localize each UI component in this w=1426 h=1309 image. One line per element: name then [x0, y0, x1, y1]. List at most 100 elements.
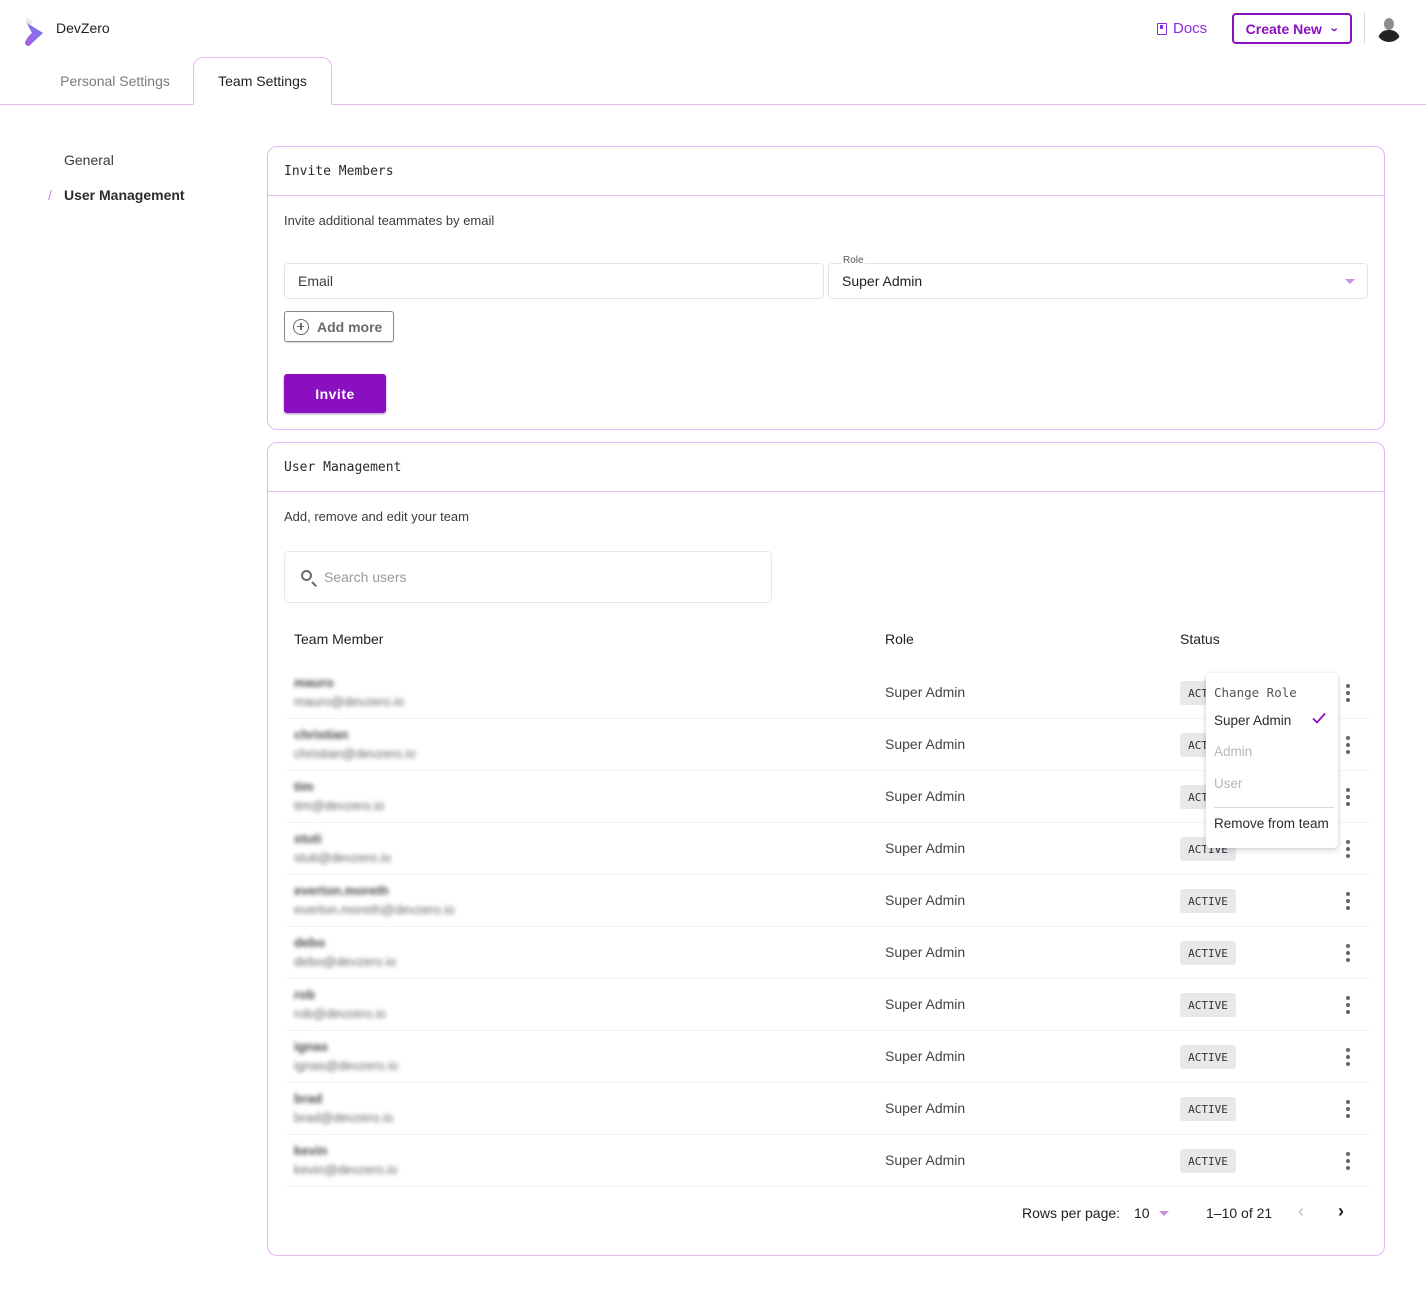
- sidebar-item-user-management[interactable]: User Management: [64, 187, 185, 203]
- team-member-cell: ignas ignas@devzero.io: [294, 1039, 398, 1073]
- change-role-menu: Change Role Super Admin Admin User Remov…: [1206, 673, 1338, 848]
- invite-button[interactable]: Invite: [284, 374, 386, 413]
- member-name: kevin: [294, 1143, 328, 1158]
- status-badge: ACTIVE: [1180, 941, 1236, 965]
- member-name: everton.moreth: [294, 883, 389, 898]
- previous-page-button[interactable]: ‹: [1298, 1201, 1304, 1222]
- next-page-button[interactable]: ›: [1338, 1201, 1344, 1222]
- column-header-role: Role: [885, 631, 914, 647]
- divider: [1364, 12, 1365, 44]
- menu-item-admin: Admin: [1214, 744, 1253, 759]
- user-avatar[interactable]: [1376, 16, 1402, 42]
- team-member-cell: debo debo@devzero.io: [294, 935, 396, 969]
- more-options-icon[interactable]: [1342, 1099, 1354, 1119]
- table-row: kevin kevin@devzero.io Super Admin ACTIVE: [284, 1135, 1370, 1187]
- table-row: brad brad@devzero.io Super Admin ACTIVE: [284, 1083, 1370, 1135]
- member-email: debo@devzero.io: [294, 954, 397, 969]
- member-role: Super Admin: [885, 1100, 966, 1116]
- member-role: Super Admin: [885, 840, 966, 856]
- active-indicator: /: [48, 187, 52, 203]
- menu-title: Change Role: [1214, 685, 1297, 700]
- email-placeholder: Email: [298, 273, 334, 289]
- search-box: [284, 551, 772, 603]
- member-name: rob: [294, 987, 315, 1002]
- member-email: tim@devzero.io: [294, 798, 385, 813]
- more-options-icon[interactable]: [1342, 943, 1354, 963]
- search-input[interactable]: [324, 569, 744, 585]
- add-more-label: Add more: [317, 318, 383, 335]
- docs-link[interactable]: Docs: [1157, 20, 1207, 37]
- email-field[interactable]: Email: [284, 263, 824, 299]
- devzero-logo-icon[interactable]: [22, 16, 46, 48]
- more-options-icon[interactable]: [1342, 1047, 1354, 1067]
- add-more-button[interactable]: Add more: [284, 311, 394, 342]
- member-name: brad: [294, 1091, 323, 1106]
- chevron-right-icon: ›: [1338, 1201, 1344, 1221]
- member-email: kevin@devzero.io: [294, 1162, 398, 1177]
- status-badge: ACTIVE: [1180, 889, 1236, 913]
- member-email: brad@devzero.io: [294, 1110, 394, 1125]
- role-select[interactable]: Super Admin: [828, 263, 1368, 299]
- chevron-down-icon: ⌄: [1328, 23, 1340, 34]
- caret-down-icon: [1345, 279, 1355, 284]
- tab-personal-settings[interactable]: Personal Settings: [40, 57, 190, 105]
- member-name: mauro: [294, 675, 334, 690]
- check-icon: [1312, 712, 1326, 724]
- team-member-cell: stuti stuti@devzero.io: [294, 831, 391, 865]
- menu-item-super-admin[interactable]: Super Admin: [1214, 713, 1291, 728]
- member-role: Super Admin: [885, 788, 966, 804]
- settings-tabs: Personal Settings Team Settings: [0, 57, 1426, 105]
- member-email: ignas@devzero.io: [294, 1058, 399, 1073]
- create-new-label: Create New: [1245, 20, 1322, 37]
- invite-members-card: Invite Members Invite additional teammat…: [267, 146, 1385, 430]
- more-options-icon[interactable]: [1342, 1151, 1354, 1171]
- member-name: christian: [294, 727, 349, 742]
- more-options-icon[interactable]: [1342, 839, 1354, 859]
- member-role: Super Admin: [885, 1152, 966, 1168]
- member-email: rob@devzero.io: [294, 1006, 386, 1021]
- user-management-card: User Management Add, remove and edit you…: [267, 442, 1385, 1256]
- role-label: Role: [842, 255, 865, 266]
- member-name: tim: [294, 779, 314, 794]
- status-badge: ACTIVE: [1180, 1045, 1236, 1069]
- more-options-icon[interactable]: [1342, 735, 1354, 755]
- brand-name: DevZero: [56, 20, 110, 36]
- tab-team-settings[interactable]: Team Settings: [193, 57, 332, 105]
- team-member-cell: everton.moreth everton.moreth@devzero.io: [294, 883, 455, 917]
- create-new-button[interactable]: Create New ⌄: [1232, 13, 1352, 44]
- more-options-icon[interactable]: [1342, 995, 1354, 1015]
- member-name: ignas: [294, 1039, 328, 1054]
- member-email: mauro@devzero.io: [294, 694, 405, 709]
- table-row: ignas ignas@devzero.io Super Admin ACTIVE: [284, 1031, 1370, 1083]
- status-badge: ACTIVE: [1180, 993, 1236, 1017]
- book-icon: [1157, 22, 1167, 35]
- member-role: Super Admin: [885, 892, 966, 908]
- more-options-icon[interactable]: [1342, 787, 1354, 807]
- pagination-range: 1–10 of 21: [1206, 1205, 1273, 1221]
- team-member-cell: tim tim@devzero.io: [294, 779, 385, 813]
- invite-card-title: Invite Members: [268, 147, 1384, 196]
- user-management-description: Add, remove and edit your team: [284, 509, 469, 524]
- member-email: stuti@devzero.io: [294, 850, 392, 865]
- rows-per-page-value: 10: [1134, 1205, 1150, 1221]
- member-email: christian@devzero.io: [294, 746, 416, 761]
- invite-description: Invite additional teammates by email: [284, 213, 495, 228]
- sidebar-item-general[interactable]: General: [64, 152, 114, 168]
- team-member-cell: kevin kevin@devzero.io: [294, 1143, 398, 1177]
- menu-item-remove-from-team[interactable]: Remove from team: [1214, 816, 1329, 831]
- caret-down-icon: [1158, 1210, 1169, 1216]
- plus-circle-icon: [293, 318, 309, 335]
- more-options-icon[interactable]: [1342, 683, 1354, 703]
- team-member-cell: mauro mauro@devzero.io: [294, 675, 404, 709]
- rows-per-page-select[interactable]: 10: [1134, 1205, 1169, 1221]
- member-role: Super Admin: [885, 944, 966, 960]
- team-member-cell: brad brad@devzero.io: [294, 1091, 393, 1125]
- rows-per-page-label: Rows per page:: [1022, 1205, 1121, 1221]
- member-role: Super Admin: [885, 1048, 966, 1064]
- table-row: everton.moreth everton.moreth@devzero.io S…: [284, 875, 1370, 927]
- team-member-cell: rob rob@devzero.io: [294, 987, 386, 1021]
- member-role: Super Admin: [885, 684, 966, 700]
- status-badge: ACTIVE: [1180, 1149, 1236, 1173]
- table-row: rob rob@devzero.io Super Admin ACTIVE: [284, 979, 1370, 1031]
- more-options-icon[interactable]: [1342, 891, 1354, 911]
